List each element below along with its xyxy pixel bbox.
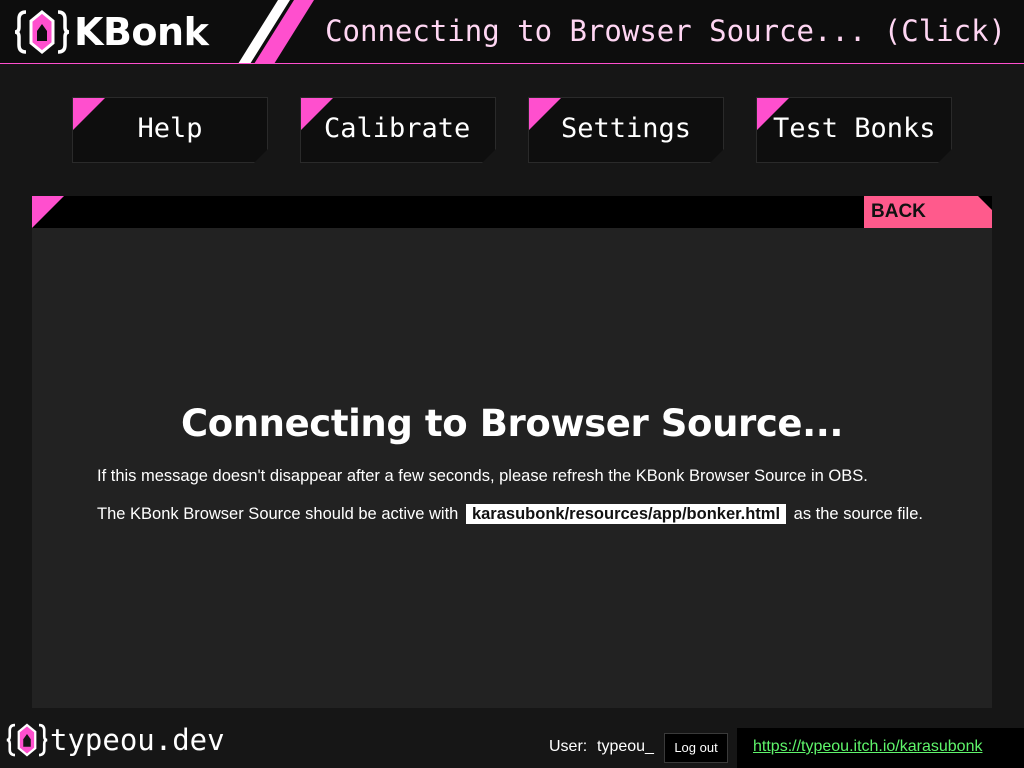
typeou-logo-icon xyxy=(6,723,48,757)
itch-link[interactable]: https://typeou.itch.io/karasubonk xyxy=(753,738,982,756)
settings-button-label: Settings xyxy=(560,113,692,144)
header-bar: KBonk Connecting to Browser Source... (C… xyxy=(0,0,1024,64)
calibrate-button-label: Calibrate xyxy=(324,113,471,144)
logout-button[interactable]: Log out xyxy=(664,733,728,763)
footer-brand-name: typeou.dev xyxy=(50,723,225,757)
header-stripes-decoration xyxy=(238,0,314,64)
source-message-suffix: as the source file. xyxy=(793,505,923,523)
back-button[interactable]: BACK xyxy=(864,196,992,228)
footer-brand: typeou.dev xyxy=(6,718,225,762)
itch-link-container: https://typeou.itch.io/karasubonk xyxy=(737,728,1024,768)
source-file-message: The KBonk Browser Source should be activ… xyxy=(97,504,923,524)
brand: KBonk xyxy=(14,8,209,56)
help-button[interactable]: Help xyxy=(72,97,268,163)
panel-header-bar: BACK xyxy=(32,196,992,228)
panel-title: Connecting to Browser Source... xyxy=(180,402,844,445)
user-label: User: xyxy=(549,738,588,755)
user-name: typeou_ xyxy=(597,738,654,755)
connection-status-button[interactable]: Connecting to Browser Source... (Click) xyxy=(325,14,1006,48)
source-file-path: karasubonk/resources/app/bonker.html xyxy=(465,504,787,524)
header-divider xyxy=(0,63,1024,64)
connection-panel: Connecting to Browser Source... If this … xyxy=(32,228,992,708)
help-button-label: Help xyxy=(137,113,203,144)
test-bonks-button[interactable]: Test Bonks xyxy=(756,97,952,163)
kbonk-logo-icon xyxy=(14,10,70,54)
corner-accent xyxy=(32,196,64,228)
refresh-message: If this message doesn't disappear after … xyxy=(97,467,868,485)
app-name: KBonk xyxy=(74,10,209,54)
test-bonks-button-label: Test Bonks xyxy=(773,113,936,144)
source-message-prefix: The KBonk Browser Source should be activ… xyxy=(97,505,459,523)
calibrate-button[interactable]: Calibrate xyxy=(300,97,496,163)
settings-button[interactable]: Settings xyxy=(528,97,724,163)
